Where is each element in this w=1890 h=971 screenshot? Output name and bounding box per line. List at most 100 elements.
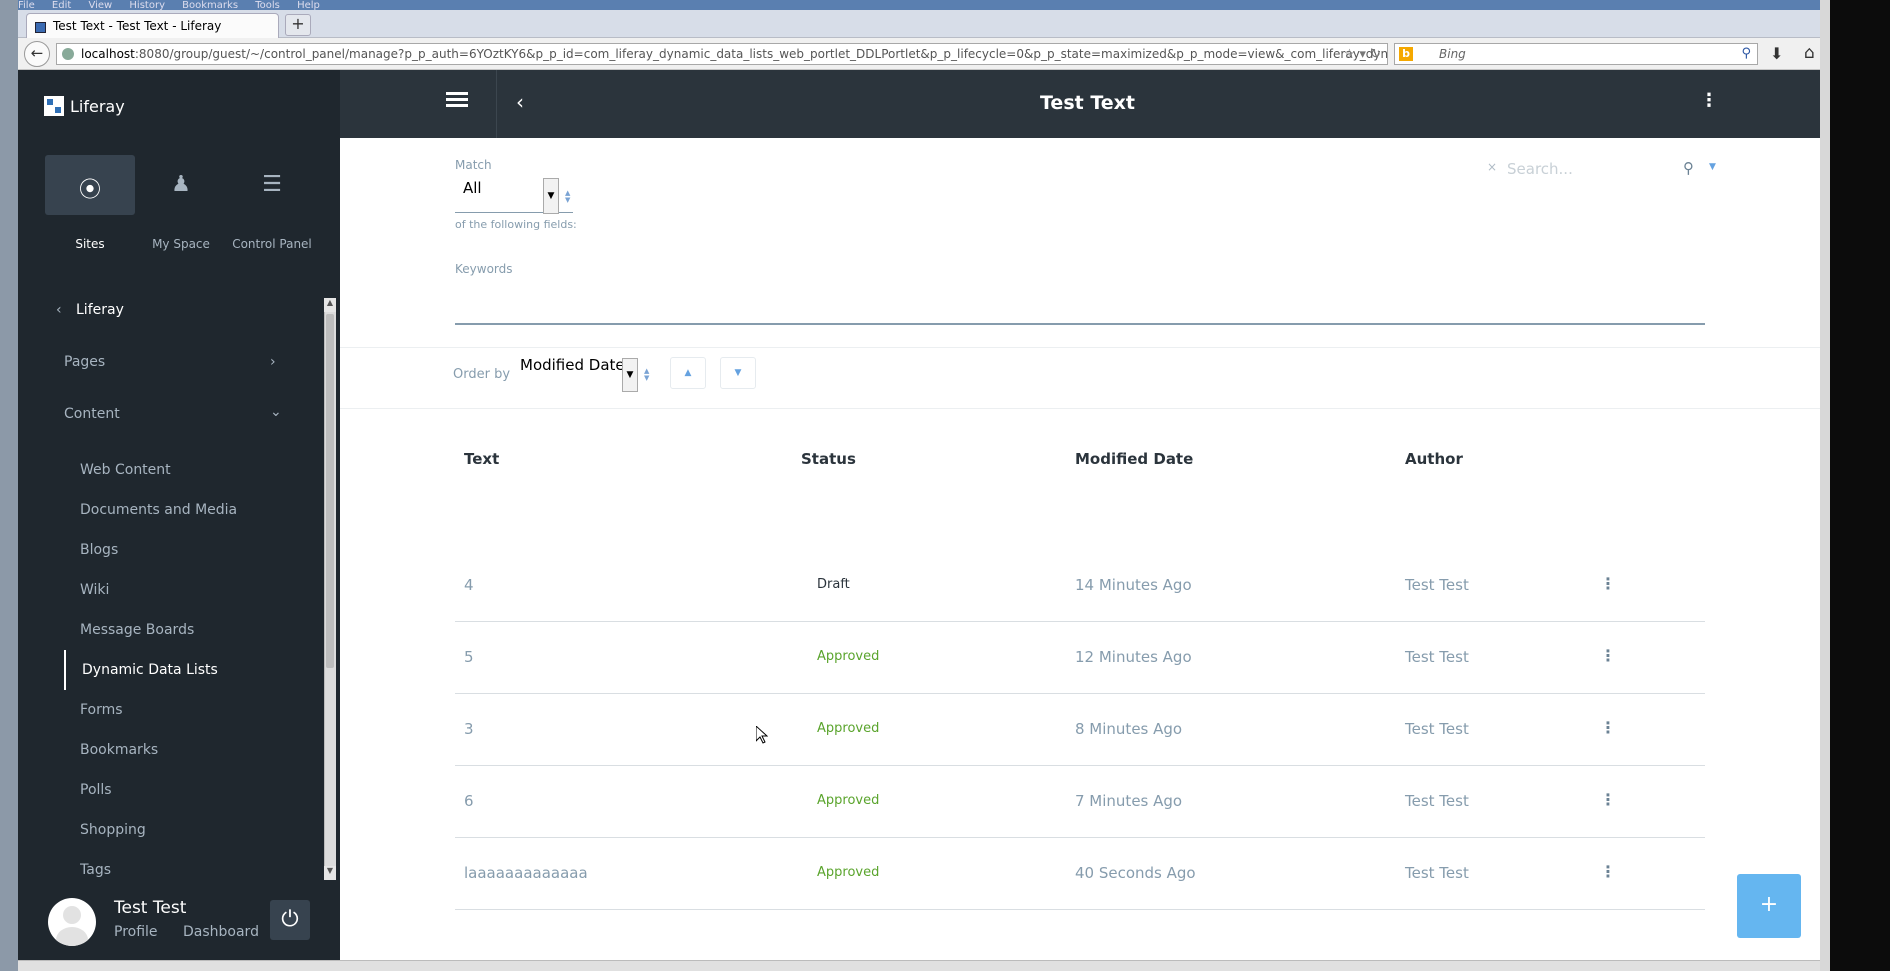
caret-down-icon: ▼ (734, 368, 742, 378)
sidebar-item-blogs[interactable]: Blogs (80, 542, 118, 558)
browser-back-button[interactable]: ← (24, 41, 50, 67)
column-header-text[interactable]: Text (464, 450, 499, 468)
sidebar-item-forms[interactable]: Forms (80, 702, 123, 718)
sidebar-item-dynamic-data-lists[interactable]: Dynamic Data Lists (64, 650, 218, 690)
sidebar-item-wiki[interactable]: Wiki (80, 582, 109, 598)
bing-logo-icon: b (1399, 47, 1413, 61)
row-actions-kebab-icon[interactable]: ⋮ (1600, 790, 1616, 809)
sidebar-item-polls[interactable]: Polls (80, 782, 112, 798)
brand[interactable]: Liferay (44, 96, 125, 116)
sidebar-item-tags[interactable]: Tags (80, 862, 111, 880)
menu-file[interactable]: File (18, 0, 35, 10)
user-name: Test Test (114, 898, 187, 918)
power-icon[interactable]: ⏻ (270, 900, 310, 940)
chevron-down-icon[interactable]: ▼ (622, 358, 638, 392)
row-actions-kebab-icon[interactable]: ⋮ (1600, 646, 1616, 665)
column-header-status[interactable]: Status (801, 450, 856, 468)
browser-tab-title: Test Text - Test Text - Liferay (53, 19, 222, 33)
sidebar-item-web-content[interactable]: Web Content (80, 462, 171, 478)
row-actions-kebab-icon[interactable]: ⋮ (1600, 574, 1616, 593)
cell-modified: 12 Minutes Ago (1075, 648, 1192, 666)
compass-icon: ⦿ (78, 178, 101, 203)
sidebar-item-bookmarks[interactable]: Bookmarks (80, 742, 158, 758)
scroll-down-arrow-icon[interactable]: ▼ (324, 866, 336, 880)
menu-history[interactable]: History (129, 0, 165, 10)
chevron-down-icon[interactable]: ▼ (543, 178, 559, 214)
download-icon[interactable]: ⬇ (1770, 44, 1783, 63)
menu-help[interactable]: Help (297, 0, 320, 10)
profile-link[interactable]: Profile (114, 924, 158, 940)
product-tab-control-panel[interactable]: ☰ (227, 155, 317, 215)
add-record-button[interactable]: + (1737, 874, 1801, 938)
table-row[interactable]: laaaaaaaaaaaaa Approved 40 Seconds Ago T… (455, 838, 1705, 910)
scroll-up-arrow-icon[interactable]: ▲ (324, 298, 336, 312)
page-title: Test Text (1040, 92, 1135, 114)
dropdown-icon[interactable]: ▾ (1359, 47, 1366, 62)
bookmark-star-icon[interactable]: ☆ (1344, 47, 1356, 62)
row-actions-kebab-icon[interactable]: ⋮ (1600, 862, 1616, 881)
search-icon[interactable]: ⚲ (1741, 44, 1751, 64)
url-path: :8080/group/guest/~/control_panel/manage… (134, 47, 1388, 61)
home-icon[interactable]: ⌂ (1804, 43, 1815, 63)
divider (340, 347, 1820, 348)
match-label: Match (455, 158, 492, 172)
caret-down-icon[interactable]: ▼ (1709, 162, 1716, 172)
browser-navbar: ← localhost:8080/group/guest/~/control_p… (18, 38, 1828, 70)
sidebar-item-shopping[interactable]: Shopping (80, 822, 146, 838)
table-row[interactable]: 5 Approved 12 Minutes Ago Test Test ⋮ (455, 622, 1705, 694)
order-by-select[interactable]: Modified Date (520, 356, 625, 374)
url-bar-actions: ☆ ▾ ↻ (1344, 45, 1381, 64)
menu-tools[interactable]: Tools (255, 0, 280, 10)
sidebar-item-message-boards[interactable]: Message Boards (80, 622, 194, 638)
cell-status: Draft (817, 577, 850, 592)
chevron-right-icon[interactable]: › (270, 354, 276, 370)
table-row[interactable]: 6 Approved 7 Minutes Ago Test Test ⋮ (455, 766, 1705, 838)
url-bar[interactable]: localhost:8080/group/guest/~/control_pan… (56, 43, 1388, 65)
select-spinner-icon: ▲ ▼ (565, 189, 571, 204)
options-kebab-icon[interactable]: ⋮ (1700, 90, 1718, 111)
product-label-control-panel: Control Panel (232, 237, 312, 251)
product-tab-my-space[interactable]: ♟ (136, 155, 226, 215)
sidebar-scroll-thumb[interactable] (326, 314, 334, 668)
cell-text[interactable]: 5 (464, 648, 474, 666)
column-header-modified-date[interactable]: Modified Date (1075, 450, 1193, 468)
chevron-down-icon[interactable]: ⌄ (270, 404, 282, 420)
nav-section-content[interactable]: Content (64, 406, 120, 422)
chevron-left-icon[interactable]: ‹ (56, 302, 62, 318)
sort-descending-button[interactable]: ▼ (720, 357, 756, 389)
column-header-author[interactable]: Author (1405, 450, 1463, 468)
caret-up-icon: ▲ (684, 368, 692, 378)
server-icon: ☰ (262, 172, 282, 197)
browser-tab-active[interactable]: Test Text - Test Text - Liferay (26, 13, 279, 38)
sidebar-item-documents-and-media[interactable]: Documents and Media (80, 502, 237, 518)
clear-search-icon[interactable]: × (1487, 160, 1497, 174)
cell-text[interactable]: 6 (464, 792, 474, 810)
keywords-input[interactable] (455, 323, 1705, 325)
product-tab-sites[interactable]: ⦿ (45, 155, 135, 215)
table-row[interactable]: 3 Approved 8 Minutes Ago Test Test ⋮ (455, 694, 1705, 766)
menu-edit[interactable]: Edit (52, 0, 71, 10)
menu-bookmarks[interactable]: Bookmarks (182, 0, 238, 10)
cell-text[interactable]: 3 (464, 720, 474, 738)
browser-search-box[interactable]: b Bing ⚲ (1394, 43, 1758, 65)
site-name[interactable]: Liferay (76, 302, 124, 318)
table-row[interactable]: 4 Draft 14 Minutes Ago Test Test ⋮ (455, 550, 1705, 622)
nav-section-pages[interactable]: Pages (64, 354, 105, 370)
cell-text[interactable]: 4 (464, 576, 474, 594)
avatar[interactable] (48, 898, 96, 946)
sort-ascending-button[interactable]: ▲ (670, 357, 706, 389)
cell-author: Test Test (1405, 648, 1469, 666)
menu-view[interactable]: View (88, 0, 112, 10)
match-value: All (463, 179, 482, 197)
cell-text[interactable]: laaaaaaaaaaaaa (464, 864, 588, 882)
row-actions-kebab-icon[interactable]: ⋮ (1600, 718, 1616, 737)
search-input[interactable]: Search... (1507, 160, 1573, 178)
background-terminal-window (1820, 0, 1890, 971)
search-icon[interactable]: ⚲ (1683, 159, 1694, 177)
new-tab-button[interactable]: + (285, 14, 311, 36)
dashboard-link[interactable]: Dashboard (183, 924, 259, 940)
cell-modified: 8 Minutes Ago (1075, 720, 1183, 738)
reload-icon[interactable]: ↻ (1370, 47, 1381, 62)
browser-menubar: File Edit View History Bookmarks Tools H… (18, 0, 1828, 10)
cell-modified: 7 Minutes Ago (1075, 792, 1183, 810)
